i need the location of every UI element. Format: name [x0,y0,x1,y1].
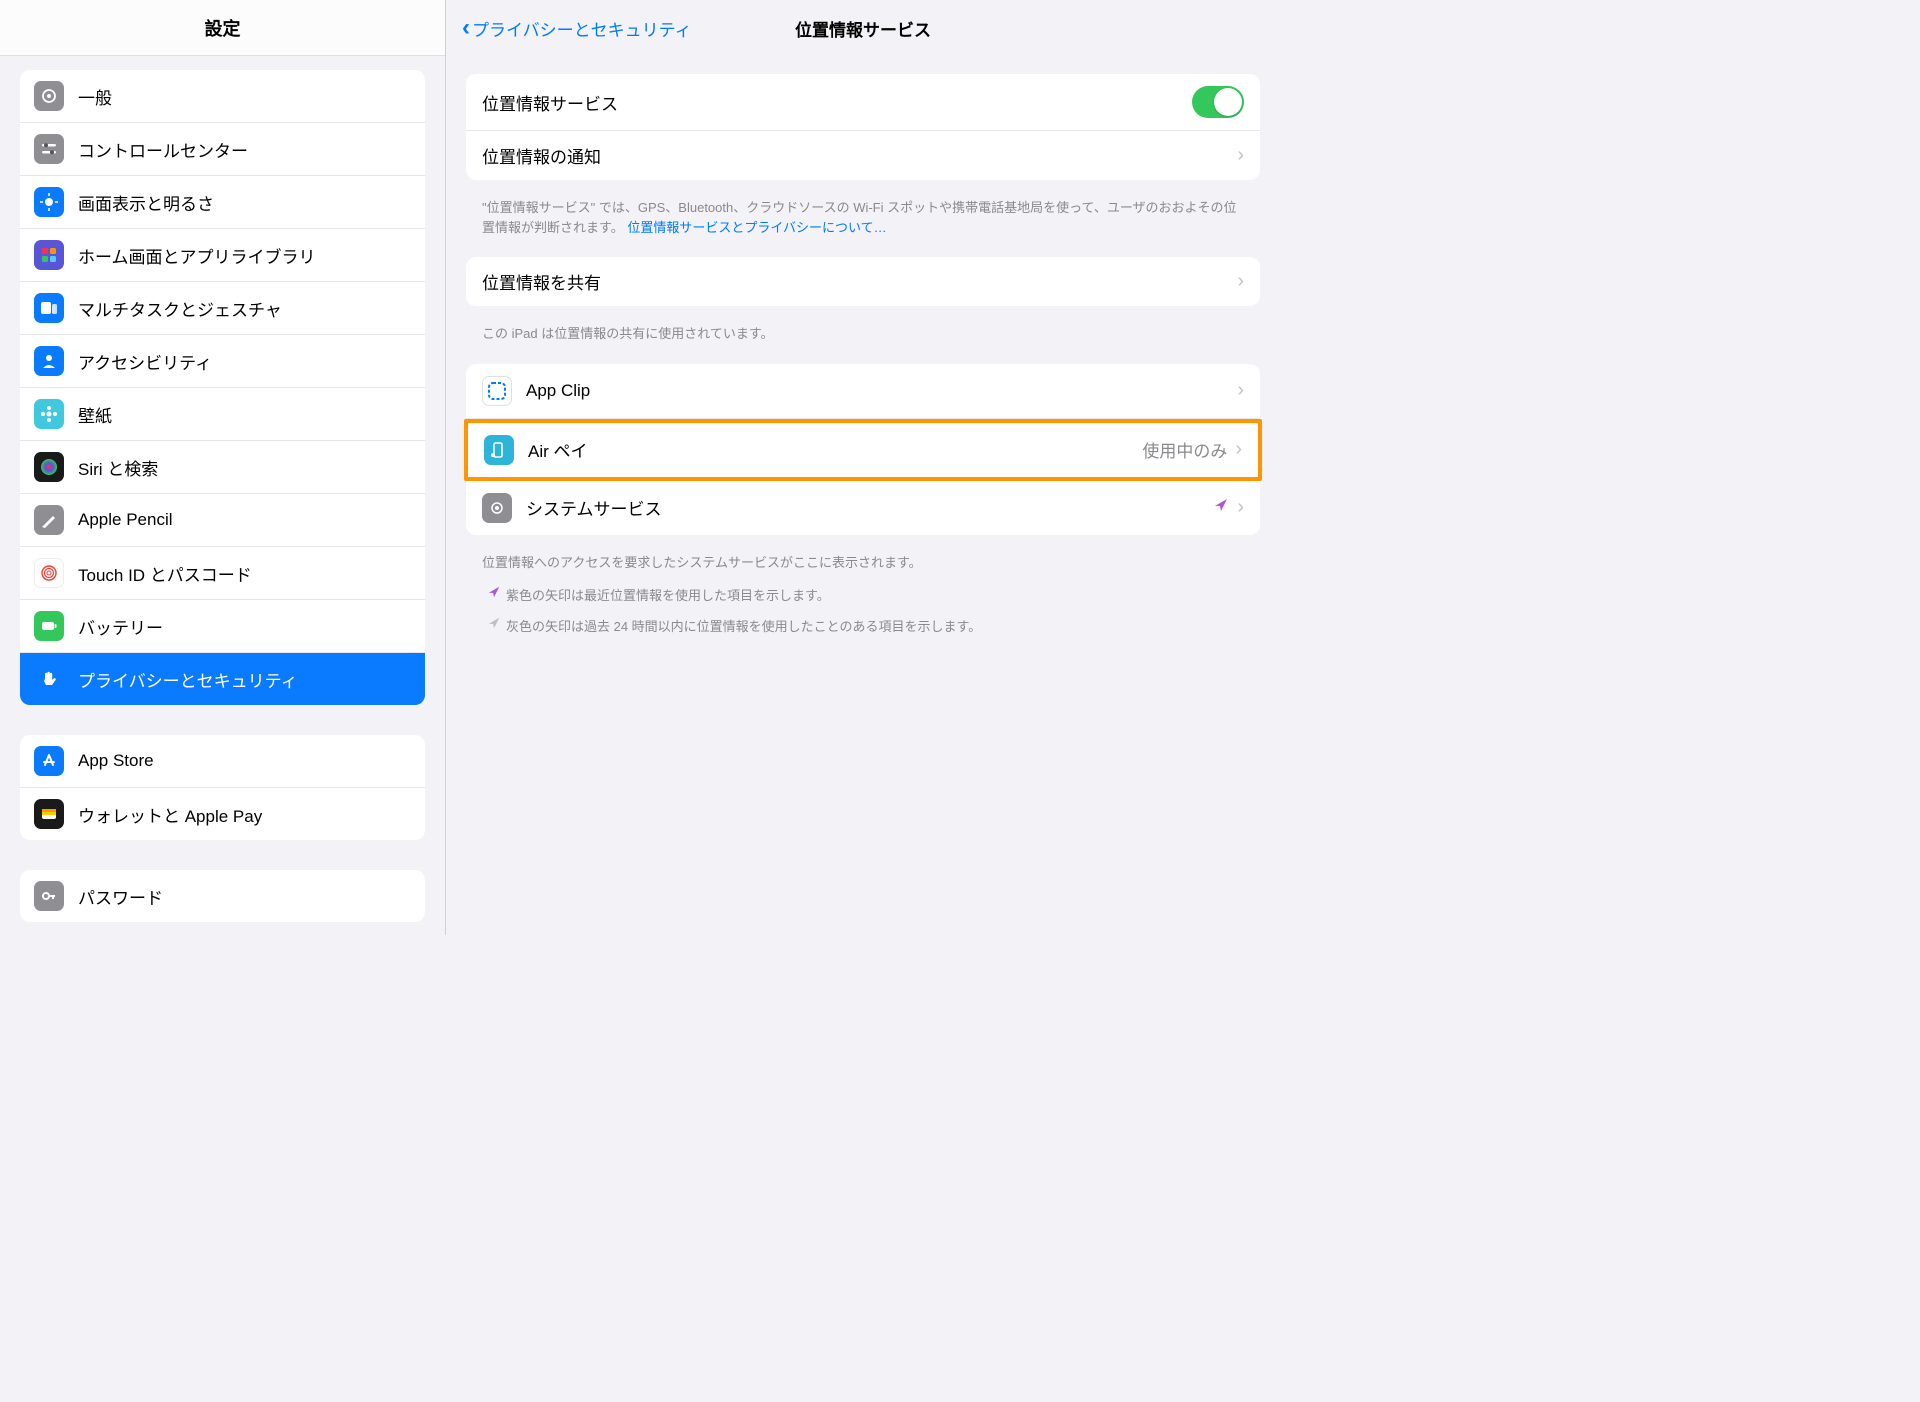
system-services-label: システムサービス [526,495,1213,520]
location-services-row[interactable]: 位置情報サービス [466,74,1260,131]
sidebar-item-label: コントロールセンター [78,137,248,162]
key-icon [34,881,64,911]
location-arrow-purple-icon [482,585,506,603]
sidebar-item-label: プライバシーとセキュリティ [78,667,298,692]
sidebar-item-appstore[interactable]: App Store [20,735,425,788]
back-button[interactable]: ‹ プライバシーとセキュリティ [462,14,692,42]
sidebar-item-touchid[interactable]: Touch ID とパスコード [20,547,425,600]
share-location-footer: この iPad は位置情報の共有に使用されています。 [466,316,1260,364]
chevron-right-icon: › [1237,144,1244,167]
airpay-icon [484,435,514,465]
sidebar-group-3: パスワード [20,870,425,922]
location-arrow-purple-icon [1213,497,1229,518]
appstore-icon [34,746,64,776]
sidebar-item-hand[interactable]: プライバシーとセキュリティ [20,653,425,705]
share-location-group: 位置情報を共有 › [466,257,1260,306]
flower-icon [34,399,64,429]
sidebar-item-pencil[interactable]: Apple Pencil [20,494,425,547]
chevron-right-icon: › [1237,270,1244,293]
location-arrow-gray-icon [482,616,506,634]
sidebar-item-label: Siri と検索 [78,455,158,480]
airpay-row[interactable]: Air ペイ 使用中のみ › [468,423,1258,477]
sidebar-item-label: マルチタスクとジェスチャ [78,296,282,321]
location-alerts-label: 位置情報の通知 [482,143,1237,168]
apps-group: App Clip › Air ペイ 使用中のみ › [466,364,1260,535]
sidebar-item-label: App Store [78,751,154,771]
legend-purple: 紫色の矢印は最近位置情報を使用した項目を示します。 [466,582,1260,607]
sidebar-item-siri[interactable]: Siri と検索 [20,441,425,494]
wallet-icon [34,799,64,829]
sidebar-item-battery[interactable]: バッテリー [20,600,425,653]
sidebar-group-1: 一般コントロールセンター画面表示と明るさホーム画面とアプリライブラリマルチタスク… [20,70,425,705]
location-services-group: 位置情報サービス 位置情報の通知 › [466,74,1260,180]
sidebar-title: 設定 [0,0,445,56]
sidebar-item-label: ウォレットと Apple Pay [78,802,262,827]
sidebar-item-label: パスワード [78,884,163,909]
chevron-right-icon: › [1237,496,1244,519]
sidebar-item-person[interactable]: アクセシビリティ [20,335,425,388]
grid-icon [34,240,64,270]
sidebar: 設定 一般コントロールセンター画面表示と明るさホーム画面とアプリライブラリマルチ… [0,0,446,935]
legend-purple-text: 紫色の矢印は最近位置情報を使用した項目を示します。 [506,585,830,604]
sidebar-item-grid[interactable]: ホーム画面とアプリライブラリ [20,229,425,282]
location-services-label: 位置情報サービス [482,90,1192,115]
app-clip-label: App Clip [526,381,1237,401]
gear-icon [34,81,64,111]
page-title: 位置情報サービス [795,16,931,41]
main-header: ‹ プライバシーとセキュリティ 位置情報サービス [446,0,1280,56]
sidebar-item-sun[interactable]: 画面表示と明るさ [20,176,425,229]
system-services-row[interactable]: システムサービス › [466,481,1260,535]
sidebar-item-flower[interactable]: 壁紙 [20,388,425,441]
chevron-right-icon: › [1235,438,1242,461]
sliders-icon [34,134,64,164]
main-panel: ‹ プライバシーとセキュリティ 位置情報サービス 位置情報サービス 位置情報の通… [446,0,1280,935]
location-alerts-row[interactable]: 位置情報の通知 › [466,131,1260,180]
sidebar-item-wallet[interactable]: ウォレットと Apple Pay [20,788,425,840]
gear-icon [482,493,512,523]
location-services-toggle[interactable] [1192,86,1244,118]
chevron-right-icon: › [1237,379,1244,402]
system-services-footer: 位置情報へのアクセスを要求したシステムサービスがここに表示されます。 [466,545,1260,583]
sidebar-item-label: 壁紙 [78,402,112,427]
app-clip-row[interactable]: App Clip › [466,364,1260,419]
sidebar-item-label: アクセシビリティ [78,349,212,374]
location-services-footer: "位置情報サービス" では、GPS、Bluetooth、クラウドソースの Wi-… [466,190,1260,257]
sun-icon [34,187,64,217]
sidebar-group-2: App Store ウォレットと Apple Pay [20,735,425,840]
chevron-left-icon: ‹ [462,14,470,42]
sidebar-item-label: 一般 [78,84,112,109]
sidebar-item-gear[interactable]: 一般 [20,70,425,123]
hand-icon [34,664,64,694]
multitask-icon [34,293,64,323]
siri-icon [34,452,64,482]
pencil-icon [34,505,64,535]
sidebar-item-multitask[interactable]: マルチタスクとジェスチャ [20,282,425,335]
airpay-label: Air ペイ [528,437,1142,462]
sidebar-item-label: 画面表示と明るさ [78,190,214,215]
airpay-highlight: Air ペイ 使用中のみ › [464,419,1262,481]
share-location-label: 位置情報を共有 [482,269,1237,294]
sidebar-item-sliders[interactable]: コントロールセンター [20,123,425,176]
sidebar-item-key[interactable]: パスワード [20,870,425,922]
airpay-status: 使用中のみ [1142,437,1227,462]
legend-gray: 灰色の矢印は過去 24 時間以内に位置情報を使用したことのある項目を示します。 [466,613,1260,638]
back-label: プライバシーとセキュリティ [472,16,692,41]
share-location-row[interactable]: 位置情報を共有 › [466,257,1260,306]
main-body[interactable]: 位置情報サービス 位置情報の通知 › "位置情報サービス" では、GPS、Blu… [446,56,1280,935]
touchid-icon [34,558,64,588]
sidebar-item-label: Touch ID とパスコード [78,561,252,586]
app-clip-icon [482,376,512,406]
privacy-link[interactable]: 位置情報サービスとプライバシーについて… [627,220,886,235]
person-icon [34,346,64,376]
sidebar-item-label: バッテリー [78,614,163,639]
sidebar-item-label: ホーム画面とアプリライブラリ [78,243,316,268]
sidebar-item-label: Apple Pencil [78,510,173,530]
legend-gray-text: 灰色の矢印は過去 24 時間以内に位置情報を使用したことのある項目を示します。 [506,616,981,635]
sidebar-scroll[interactable]: 一般コントロールセンター画面表示と明るさホーム画面とアプリライブラリマルチタスク… [0,56,445,935]
battery-icon [34,611,64,641]
